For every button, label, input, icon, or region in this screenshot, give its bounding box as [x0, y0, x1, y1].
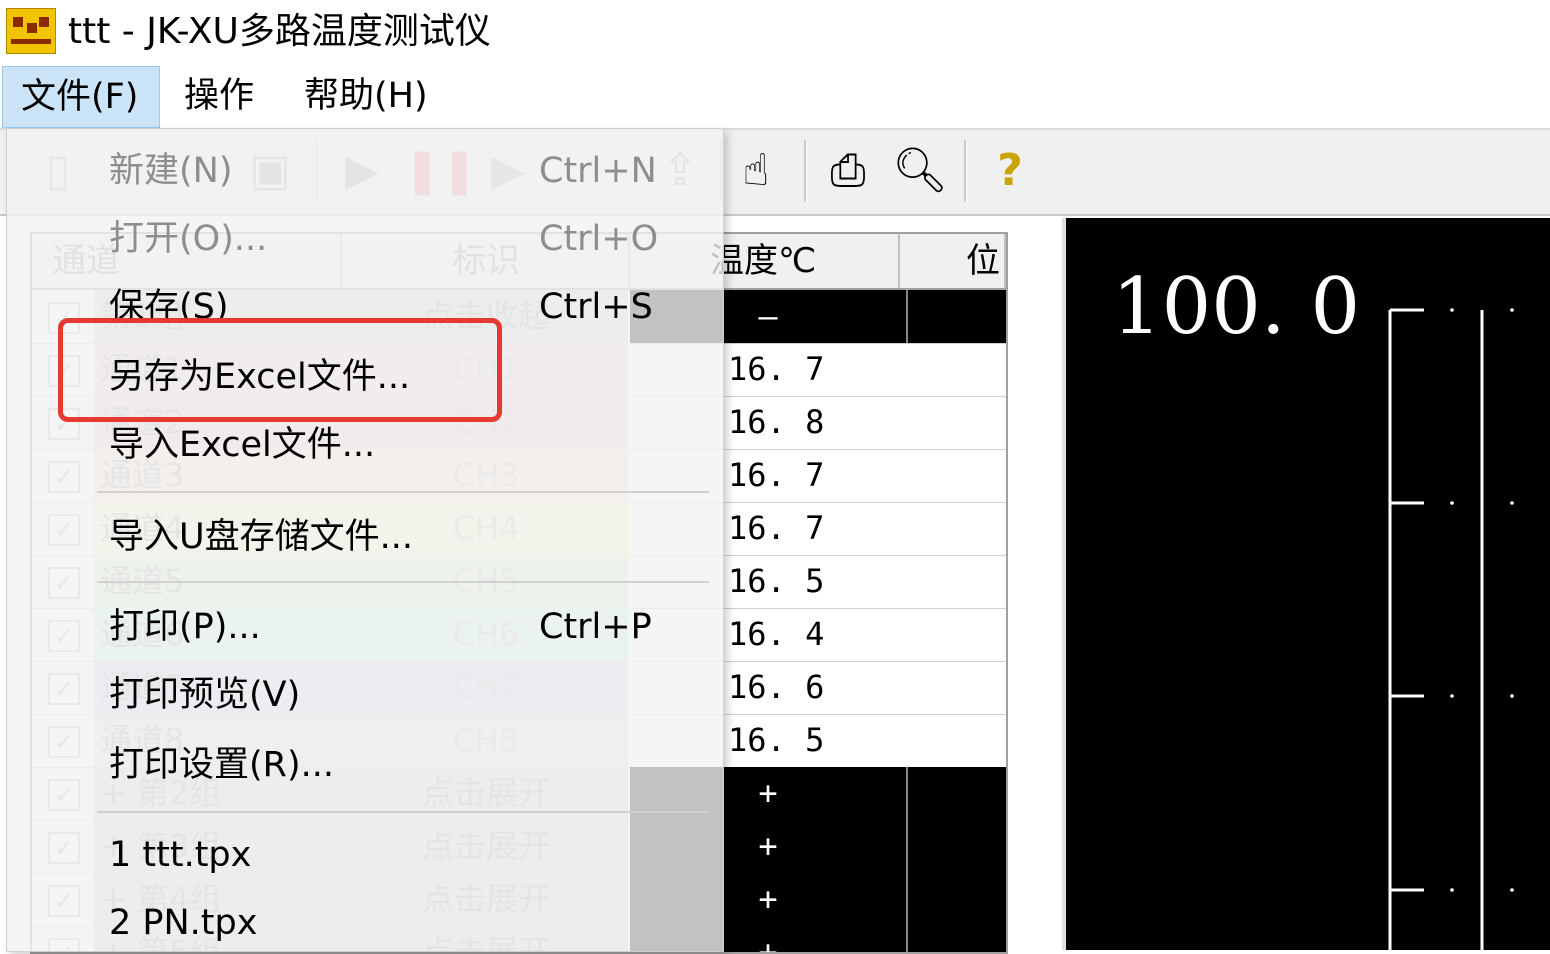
highlight-annotation	[58, 318, 502, 422]
menu-item-recent-2[interactable]: 2 PN.tpx	[109, 893, 709, 953]
chart-grid-dot	[1450, 694, 1454, 698]
chart-grid-dot	[1450, 888, 1454, 892]
row-position	[906, 290, 1006, 343]
menu-item-print-setup[interactable]: 打印设置(R)...	[109, 735, 709, 795]
chart-y-max-label: 100. 0	[1112, 262, 1361, 352]
row-position	[906, 555, 1006, 608]
menu-item-open[interactable]: 打开(O)... Ctrl+O	[109, 209, 709, 269]
row-position	[906, 343, 1006, 396]
menu-help[interactable]: 帮助(H)	[284, 66, 448, 126]
menu-item-save-shortcut: Ctrl+S	[539, 287, 653, 327]
menu-item-open-label: 打开(O)...	[109, 219, 268, 259]
menu-item-print-setup-label: 打印设置(R)...	[109, 745, 335, 785]
row-position	[906, 661, 1006, 714]
menu-item-import-usb-label: 导入U盘存储文件...	[109, 517, 413, 557]
row-position	[906, 396, 1006, 449]
menu-item-new[interactable]: 新建(N) Ctrl+N	[109, 141, 709, 201]
app-logo-icon	[6, 8, 56, 54]
row-position	[906, 873, 1006, 926]
chart-grid-dot	[1450, 501, 1454, 505]
row-position	[906, 608, 1006, 661]
help-icon[interactable]: ?	[980, 138, 1040, 204]
menu-item-recent-1-label: 1 ttt.tpx	[109, 835, 252, 875]
menu-separator	[97, 581, 709, 583]
menu-operations[interactable]: 操作	[164, 66, 274, 126]
window-title: ttt - JK-XU多路温度测试仪	[68, 11, 491, 52]
chart-grid-dot	[1450, 308, 1454, 312]
menu-item-new-label: 新建(N)	[109, 151, 233, 191]
menu-bar: 文件(F) 操作 帮助(H)	[0, 66, 1550, 128]
menu-item-import-excel-label: 导入Excel文件...	[109, 425, 376, 465]
menu-item-print-shortcut: Ctrl+P	[539, 607, 652, 647]
file-menu-dropdown: 新建(N) Ctrl+N 打开(O)... Ctrl+O 保存(S) Ctrl+…	[6, 128, 724, 952]
settings-hand-icon[interactable]: ☝	[726, 138, 786, 204]
menu-item-open-shortcut: Ctrl+O	[539, 219, 659, 259]
menu-separator	[97, 811, 709, 813]
menu-item-print[interactable]: 打印(P)... Ctrl+P	[109, 597, 709, 657]
row-position	[906, 820, 1006, 873]
print-icon[interactable]: ⎙	[818, 138, 878, 204]
row-position	[906, 502, 1006, 555]
menu-item-print-preview[interactable]: 打印预览(V)	[109, 665, 709, 725]
chart-grid-dot	[1510, 888, 1514, 892]
menu-item-print-label: 打印(P)...	[109, 607, 261, 647]
row-position	[906, 449, 1006, 502]
menu-item-import-usb[interactable]: 导入U盘存储文件...	[109, 507, 709, 567]
chart-grid-dot	[1510, 308, 1514, 312]
menu-item-import-excel[interactable]: 导入Excel文件...	[109, 415, 709, 475]
row-position	[906, 714, 1006, 767]
header-position[interactable]: 位	[902, 234, 1006, 288]
row-position	[906, 767, 1006, 820]
menu-item-recent-2-label: 2 PN.tpx	[109, 903, 258, 943]
menu-separator	[97, 491, 709, 493]
title-bar: ttt - JK-XU多路温度测试仪	[0, 0, 1550, 66]
print-preview-icon[interactable]: 🔍︎	[890, 138, 950, 204]
menu-item-new-shortcut: Ctrl+N	[539, 151, 657, 191]
menu-item-print-preview-label: 打印预览(V)	[109, 675, 301, 715]
menu-file[interactable]: 文件(F)	[2, 66, 160, 128]
chart-grid-dot	[1510, 501, 1514, 505]
menu-item-recent-1[interactable]: 1 ttt.tpx	[109, 825, 709, 885]
chart-grid-dot	[1510, 694, 1514, 698]
